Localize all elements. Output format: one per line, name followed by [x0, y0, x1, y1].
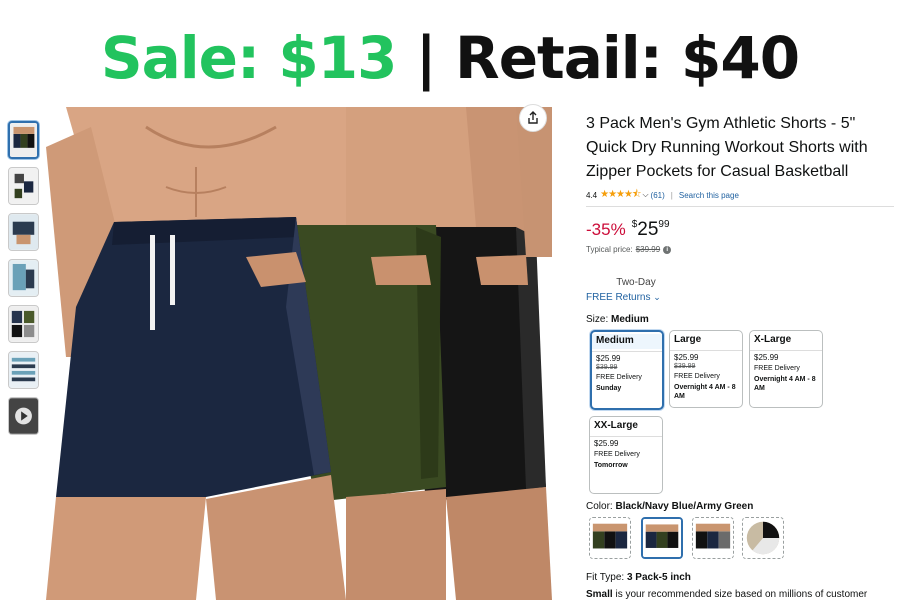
color-swatch-black-navy-grey[interactable] — [692, 517, 734, 559]
recommendation-text: is your recommended size based on millio… — [612, 589, 868, 600]
star-rating-icon[interactable]: ★★★★⯪ — [600, 187, 641, 204]
thumbnail-6[interactable] — [8, 351, 39, 389]
thumbnail-strip — [8, 121, 40, 443]
size-option-delivery-time: Tomorrow — [594, 462, 628, 469]
price-whole: 25 — [637, 219, 659, 240]
thumbnail-5[interactable] — [8, 305, 39, 343]
shipping-label: Two-Day — [616, 277, 656, 288]
thumbnail-3[interactable] — [8, 213, 39, 251]
free-returns-label: FREE Returns — [586, 292, 651, 303]
size-option-original-price: $39.99 — [596, 364, 618, 371]
size-option-medium[interactable]: Medium $25.99 $39.99 FREE Delivery Sunda… — [590, 330, 664, 410]
thumbnail-4[interactable] — [8, 259, 39, 297]
review-count-link[interactable]: (61) — [651, 191, 665, 200]
rating-row: 4.4 ★★★★⯪ ⌵ (61) | Search this page — [586, 188, 898, 202]
rating-separator: | — [670, 190, 673, 200]
size-label-text: Size: — [586, 314, 609, 325]
info-icon[interactable]: i — [663, 245, 672, 254]
typical-price-label: Typical price: — [586, 245, 633, 254]
size-option-price: $25.99 — [674, 353, 699, 362]
promo-banner: Sale: $13 | Retail: $40 — [0, 18, 900, 98]
size-recommendation-note: Small is your recommended size based on … — [586, 589, 867, 600]
color-swatch-black-white-khaki[interactable] — [742, 517, 784, 559]
returns-box: Two-Day FREE Returns ⌄ — [564, 277, 686, 303]
color-swatch-black-navy-green[interactable] — [641, 517, 683, 559]
fit-type-label-text: Fit Type: — [586, 572, 625, 583]
size-option-price: $25.99 — [596, 354, 621, 363]
price-row: -35% $ 25 99 — [586, 219, 898, 243]
main-product-image[interactable] — [46, 107, 552, 600]
size-option-delivery: FREE Delivery — [754, 365, 800, 372]
chevron-down-icon: ⌄ — [653, 292, 661, 302]
chevron-down-icon[interactable]: ⌵ — [642, 190, 648, 200]
size-option-name: XX-Large — [594, 420, 638, 431]
product-title: 3 Pack Men's Gym Athletic Shorts - 5" Qu… — [586, 115, 868, 180]
size-option-original-price: $39.99 — [674, 363, 696, 370]
fit-type-label: Fit Type: 3 Pack-5 inch — [586, 572, 691, 583]
color-label-text: Color: — [586, 501, 613, 512]
discount-badge: -35% — [586, 220, 626, 239]
share-icon — [528, 111, 538, 124]
price: $ 25 99 — [632, 219, 670, 241]
retail-price-text: Retail: $40 — [455, 24, 800, 92]
size-label: Size: Medium — [586, 314, 649, 325]
color-label: Color: Black/Navy Blue/Army Green — [586, 501, 753, 512]
size-option-large[interactable]: Large $25.99 $39.99 FREE Delivery Overni… — [669, 330, 743, 408]
divider — [586, 206, 894, 207]
size-option-delivery: FREE Delivery — [594, 451, 640, 458]
product-details: 3 Pack Men's Gym Athletic Shorts - 5" Qu… — [586, 112, 898, 600]
search-this-page-link[interactable]: Search this page — [679, 191, 739, 200]
size-option-xx-large[interactable]: XX-Large $25.99 FREE Delivery Tomorrow — [589, 416, 663, 494]
thumbnail-1[interactable] — [8, 121, 39, 159]
size-option-name: X-Large — [754, 334, 792, 345]
thumbnail-2[interactable] — [8, 167, 39, 205]
color-swatch-black-green-navy[interactable] — [589, 517, 631, 559]
banner-separator: | — [415, 24, 437, 92]
size-selected: Medium — [611, 314, 649, 325]
typical-price: Typical price: $39.99 i — [586, 245, 898, 254]
fit-type-selected: 3 Pack-5 inch — [626, 572, 691, 583]
color-selected: Black/Navy Blue/Army Green — [615, 501, 754, 512]
thumbnail-video[interactable] — [8, 397, 39, 435]
size-option-delivery-time: Sunday — [596, 385, 622, 392]
size-option-name: Large — [674, 334, 702, 345]
size-option-name: Medium — [592, 334, 662, 349]
size-option-delivery: FREE Delivery — [596, 374, 642, 381]
size-option-delivery-time: Overnight 4 AM - 8 AM — [754, 376, 816, 392]
price-cents: 99 — [658, 219, 670, 230]
sale-price-text: Sale: $13 — [100, 24, 398, 92]
recommended-size: Small — [586, 589, 613, 600]
size-option-delivery-time: Overnight 4 AM - 8 AM — [674, 384, 736, 400]
size-option-x-large[interactable]: X-Large $25.99 FREE Delivery Overnight 4… — [749, 330, 823, 408]
share-button[interactable] — [519, 104, 547, 132]
free-returns-link[interactable]: FREE Returns ⌄ — [564, 292, 686, 303]
size-option-price: $25.99 — [594, 439, 619, 448]
size-option-price: $25.99 — [754, 353, 779, 362]
size-option-delivery: FREE Delivery — [674, 373, 720, 380]
rating-value: 4.4 — [586, 190, 598, 200]
typical-price-value: $39.99 — [635, 245, 661, 254]
